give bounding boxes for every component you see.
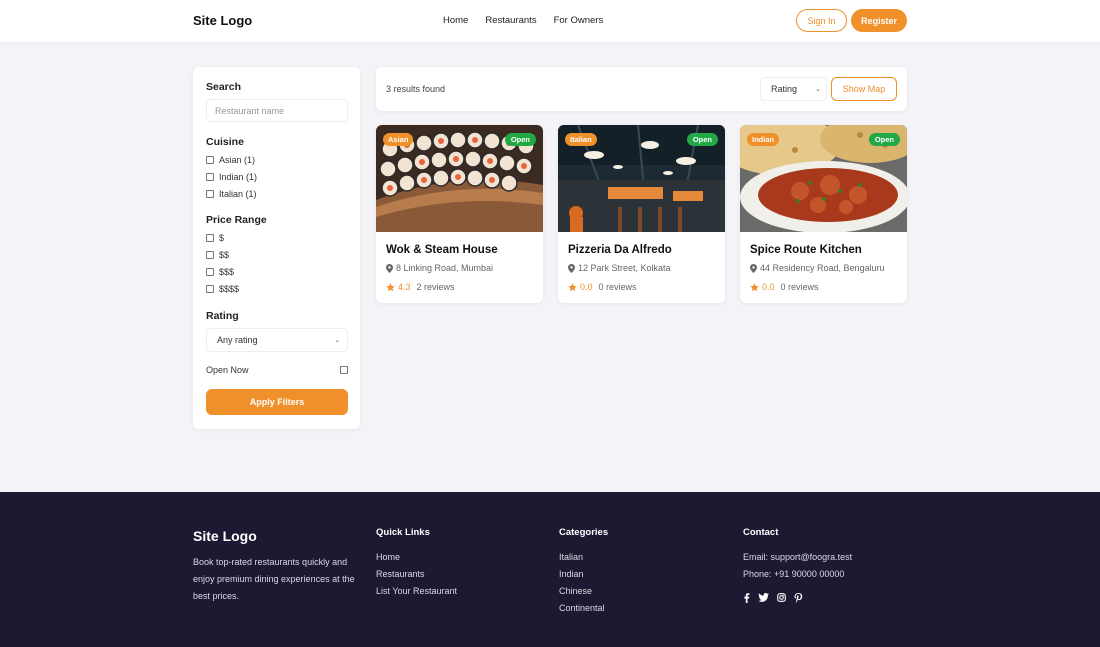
restaurant-rating: 0.0 0 reviews (750, 282, 819, 292)
results-count: 3 results found (386, 84, 446, 94)
star-icon (386, 282, 395, 291)
footer-link-restaurants[interactable]: Restaurants (376, 566, 457, 583)
instagram-icon[interactable] (777, 593, 786, 603)
rating-select[interactable]: Any rating ⌄ (206, 328, 348, 352)
main-nav: Home Restaurants For Owners (443, 15, 603, 26)
rating-title: Rating (206, 310, 239, 322)
price-option-4[interactable]: $$$$ (206, 284, 239, 294)
cuisine-option-indian[interactable]: Indian (1) (206, 172, 257, 182)
checkbox[interactable] (206, 156, 214, 164)
nav-restaurants[interactable]: Restaurants (485, 15, 536, 26)
price-range-title: Price Range (206, 214, 267, 226)
footer-category-continental[interactable]: Continental (559, 600, 608, 617)
footer-logo[interactable]: Site Logo (193, 528, 257, 544)
restaurant-address: 12 Park Street, Kolkata (568, 263, 671, 273)
footer-category-chinese[interactable]: Chinese (559, 583, 608, 600)
footer-link-home[interactable]: Home (376, 549, 457, 566)
status-badge: Open (686, 133, 718, 146)
filters-panel: Search Restaurant name Cuisine Asian (1)… (193, 67, 360, 429)
star-icon (750, 282, 759, 291)
results-toolbar: 3 results found Rating ⌄ Show Map (376, 67, 907, 111)
footer-category-italian[interactable]: Italian (559, 549, 608, 566)
register-button[interactable]: Register (851, 9, 907, 32)
chevron-down-icon: ⌄ (815, 86, 821, 93)
footer-contact: Contact Email: support@foogra.test Phone… (743, 527, 852, 603)
contact-phone[interactable]: Phone: +91 90000 00000 (743, 566, 852, 583)
footer-categories: Categories Italian Indian Chinese Contin… (559, 527, 608, 617)
nav-for-owners[interactable]: For Owners (554, 15, 604, 26)
pinterest-icon[interactable] (794, 593, 803, 603)
cuisine-badge: Indian (747, 133, 780, 146)
restaurant-name[interactable]: Wok & Steam House (386, 244, 498, 256)
quick-links-title: Quick Links (376, 527, 430, 538)
checkbox[interactable] (206, 234, 214, 242)
checkbox[interactable] (206, 173, 214, 181)
restaurant-address: 8 Linking Road, Mumbai (386, 263, 493, 273)
contact-email[interactable]: Email: support@foogra.test (743, 549, 852, 566)
checkbox[interactable] (206, 251, 214, 259)
open-now-checkbox[interactable] (340, 366, 348, 374)
site-header: Site Logo Home Restaurants For Owners Si… (0, 0, 1100, 43)
restaurant-name[interactable]: Spice Route Kitchen (750, 244, 862, 256)
map-pin-icon (568, 263, 575, 273)
site-logo[interactable]: Site Logo (193, 13, 252, 28)
restaurant-card[interactable]: Indian Open Spice Route Kitchen 44 Resid… (740, 125, 907, 303)
price-option-1[interactable]: $ (206, 233, 224, 243)
restaurant-address: 44 Residency Road, Bengaluru (750, 263, 885, 273)
star-icon (568, 282, 577, 291)
restaurant-name[interactable]: Pizzeria Da Alfredo (568, 244, 672, 256)
price-option-2[interactable]: $$ (206, 250, 229, 260)
cuisine-badge: Asian (383, 133, 414, 146)
social-links (743, 593, 852, 603)
checkbox[interactable] (206, 190, 214, 198)
cuisine-option-italian[interactable]: Italian (1) (206, 189, 257, 199)
price-option-3[interactable]: $$$ (206, 267, 234, 277)
restaurant-card[interactable]: Italian Open Pizzeria Da Alfredo 12 Park… (558, 125, 725, 303)
footer-category-indian[interactable]: Indian (559, 566, 608, 583)
search-input[interactable]: Restaurant name (206, 99, 348, 122)
twitter-icon[interactable] (758, 593, 769, 603)
restaurant-rating: 0.0 0 reviews (568, 282, 637, 292)
map-pin-icon (386, 263, 393, 273)
sign-in-button[interactable]: Sign In (796, 9, 847, 32)
facebook-icon[interactable] (743, 593, 750, 603)
footer-quick-links: Quick Links Home Restaurants List Your R… (376, 527, 457, 600)
chevron-down-icon: ⌄ (334, 337, 340, 344)
show-map-button[interactable]: Show Map (831, 77, 897, 101)
nav-home[interactable]: Home (443, 15, 468, 26)
search-title: Search (206, 81, 242, 93)
categories-title: Categories (559, 527, 609, 538)
restaurant-card[interactable]: Asian Open Wok & Steam House 8 Linking R… (376, 125, 543, 303)
cuisine-title: Cuisine (206, 136, 244, 148)
checkbox[interactable] (206, 285, 214, 293)
footer-description: Book top-rated restaurants quickly and e… (193, 557, 355, 601)
map-pin-icon (750, 263, 757, 273)
cuisine-option-asian[interactable]: Asian (1) (206, 155, 255, 165)
status-badge: Open (868, 133, 900, 146)
status-badge: Open (504, 133, 536, 146)
apply-filters-button[interactable]: Apply Filters (206, 389, 348, 415)
cuisine-badge: Italian (565, 133, 597, 146)
contact-title: Contact (743, 527, 779, 538)
checkbox[interactable] (206, 268, 214, 276)
open-now-label: Open Now (206, 365, 249, 375)
footer-link-list-restaurant[interactable]: List Your Restaurant (376, 583, 457, 600)
restaurant-rating: 4.3 2 reviews (386, 282, 455, 292)
sort-select[interactable]: Rating ⌄ (760, 77, 827, 101)
site-footer: Site Logo Book top-rated restaurants qui… (0, 492, 1100, 647)
